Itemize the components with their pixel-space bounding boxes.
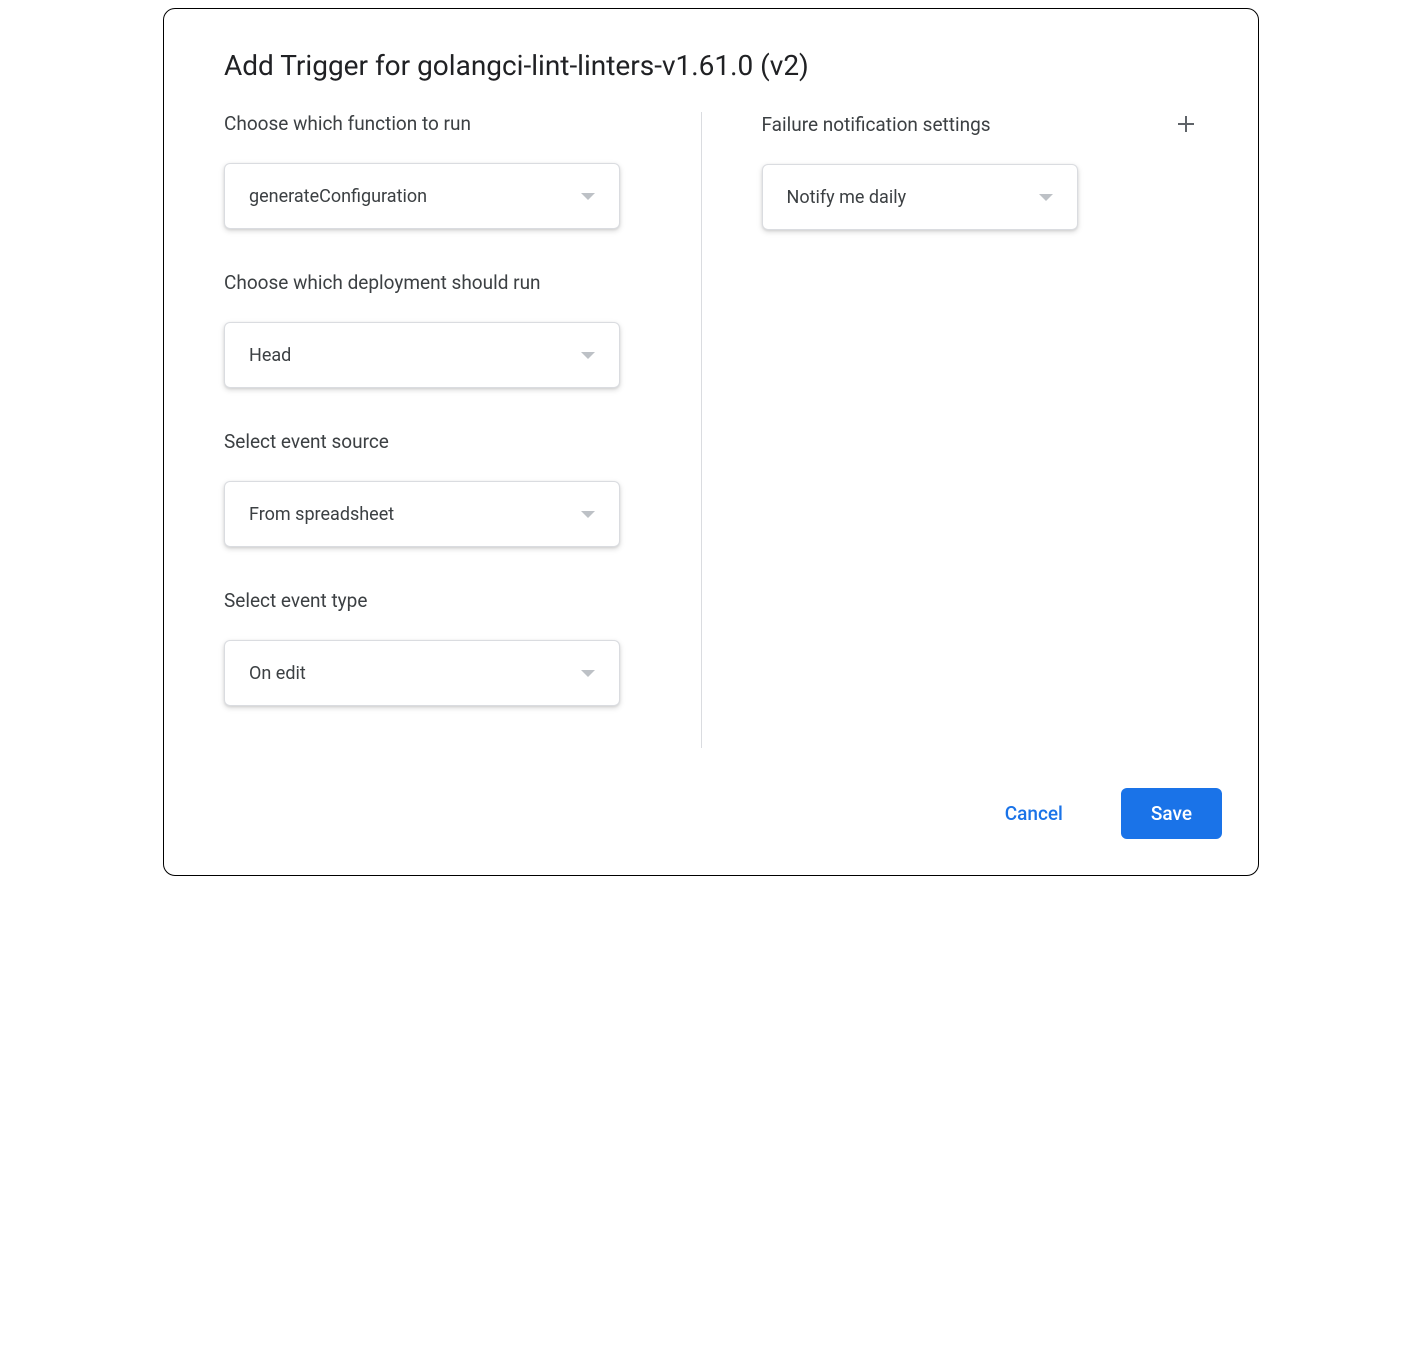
failure-notification-dropdown[interactable]: Notify me daily [762,164,1078,230]
event-type-dropdown[interactable]: On edit [224,640,620,706]
save-button[interactable]: Save [1121,788,1222,839]
caret-down-icon [581,193,595,200]
deployment-label: Choose which deployment should run [224,271,541,294]
function-dropdown-value: generateConfiguration [249,186,427,207]
dialog-content: Choose which function to run generateCon… [164,112,1258,768]
dialog-footer: Cancel Save [164,768,1258,875]
event-source-dropdown-value: From spreadsheet [249,504,394,525]
cancel-button[interactable]: Cancel [975,788,1093,839]
event-source-section: Select event source From spreadsheet [224,430,661,547]
caret-down-icon [581,670,595,677]
event-type-dropdown-value: On edit [249,663,306,684]
failure-notification-label: Failure notification settings [762,113,991,136]
function-dropdown[interactable]: generateConfiguration [224,163,620,229]
failure-notification-dropdown-value: Notify me daily [787,187,907,208]
left-column: Choose which function to run generateCon… [224,112,702,748]
event-type-label: Select event type [224,589,367,612]
event-source-label: Select event source [224,430,389,453]
dialog-title: Add Trigger for golangci-lint-linters-v1… [164,9,1258,112]
caret-down-icon [581,511,595,518]
caret-down-icon [1039,194,1053,201]
add-trigger-dialog: Add Trigger for golangci-lint-linters-v1… [163,8,1259,876]
plus-icon[interactable] [1174,112,1198,136]
deployment-dropdown[interactable]: Head [224,322,620,388]
function-label: Choose which function to run [224,112,471,135]
right-column: Failure notification settings Notify me … [702,112,1199,748]
event-type-section: Select event type On edit [224,589,661,706]
failure-notification-section: Failure notification settings Notify me … [762,112,1199,230]
deployment-dropdown-value: Head [249,345,291,366]
event-source-dropdown[interactable]: From spreadsheet [224,481,620,547]
caret-down-icon [581,352,595,359]
deployment-section: Choose which deployment should run Head [224,271,661,388]
function-section: Choose which function to run generateCon… [224,112,661,229]
